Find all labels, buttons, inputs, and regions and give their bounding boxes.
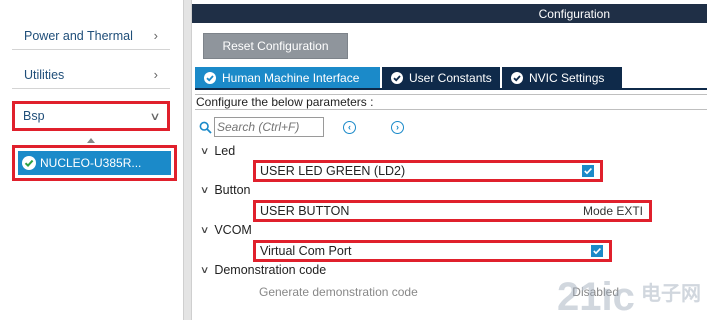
tab-label: NVIC Settings <box>529 70 605 85</box>
site-watermark-logo: 21ic 电子网 <box>557 275 701 318</box>
search-input[interactable] <box>214 117 324 137</box>
check-circle-icon <box>22 156 36 170</box>
chevron-down-icon: ∨ <box>199 264 210 276</box>
param-user-button[interactable]: USER BUTTON Mode EXTI <box>253 200 652 222</box>
board-highlight: NUCLEO-U385R... <box>12 145 177 181</box>
group-title: Button <box>214 183 251 197</box>
group-led[interactable]: ∨ Led <box>199 144 236 158</box>
led-checkbox[interactable] <box>582 165 594 177</box>
sidebar-item-bsp[interactable]: Bsp ∨ <box>12 101 170 131</box>
group-demonstration-code[interactable]: ∨ Demonstration code <box>199 263 327 277</box>
instruction-text: Configure the below parameters : <box>195 94 707 110</box>
group-button[interactable]: ∨ Button <box>199 183 251 197</box>
param-label: USER BUTTON <box>260 204 350 218</box>
search-next-icon[interactable]: › <box>391 120 404 134</box>
sidebar-item-label: Utilities <box>24 67 65 82</box>
instruction-label: Configure the below parameters : <box>196 95 374 109</box>
board-label: NUCLEO-U385R... <box>40 156 142 170</box>
param-user-led-green: USER LED GREEN (LD2) <box>253 160 603 182</box>
svg-text:电子网: 电子网 <box>641 281 701 305</box>
param-virtual-com-port: Virtual Com Port <box>253 240 612 262</box>
chevron-down-icon: ∨ <box>199 184 210 196</box>
reset-configuration-button[interactable]: Reset Configuration <box>203 33 348 59</box>
vcom-checkbox[interactable] <box>591 245 603 257</box>
sidebar-item-label: Bsp <box>23 109 45 123</box>
search-previous-icon[interactable]: ‹ <box>343 120 356 134</box>
configuration-header: Configuration <box>192 4 707 23</box>
check-circle-icon <box>204 71 216 84</box>
sidebar-item-power-and-thermal[interactable]: Power and Thermal › <box>12 22 170 50</box>
check-circle-icon <box>511 71 523 84</box>
param-label: Generate demonstration code <box>259 285 418 299</box>
param-label: USER LED GREEN (LD2) <box>260 164 406 178</box>
tab-label: Human Machine Interface <box>222 70 360 85</box>
group-title: Demonstration code <box>214 263 327 277</box>
chevron-right-icon: › <box>153 28 158 43</box>
tab-human-machine-interface[interactable]: Human Machine Interface <box>195 67 380 88</box>
sidebar-item-label: Power and Thermal <box>24 28 133 43</box>
group-title: Led <box>214 144 236 158</box>
reset-configuration-label: Reset Configuration <box>222 39 329 53</box>
tab-user-constants[interactable]: User Constants <box>382 67 500 88</box>
caret-up-icon <box>87 138 95 143</box>
check-circle-icon <box>391 71 403 84</box>
stm32cubemx-window: Power and Thermal › Utilities › Bsp ∨ NU… <box>0 0 707 320</box>
chevron-down-icon: ∨ <box>149 110 161 123</box>
chevron-down-icon: ∨ <box>199 145 210 157</box>
chevron-right-icon: › <box>153 67 158 82</box>
config-tabs: Human Machine Interface User Constants N… <box>195 67 624 88</box>
board-item-nucleo[interactable]: NUCLEO-U385R... <box>18 151 171 175</box>
tab-nvic-settings[interactable]: NVIC Settings <box>502 67 622 88</box>
configuration-title: Configuration <box>538 6 610 21</box>
search-row: ‹ › <box>199 117 404 137</box>
sidebar-item-utilities[interactable]: Utilities › <box>12 61 170 89</box>
svg-text:21ic: 21ic <box>557 275 635 318</box>
group-title: VCOM <box>214 223 252 237</box>
search-icon <box>199 121 212 134</box>
button-mode-value[interactable]: Mode EXTI <box>583 204 643 218</box>
panel-splitter[interactable] <box>183 0 192 320</box>
group-vcom[interactable]: ∨ VCOM <box>199 223 252 237</box>
tab-label: User Constants <box>409 70 492 85</box>
category-panel: Power and Thermal › Utilities › Bsp ∨ NU… <box>0 0 183 320</box>
tab-underline <box>195 88 707 90</box>
param-label: Virtual Com Port <box>260 244 352 258</box>
chevron-down-icon: ∨ <box>199 224 210 236</box>
